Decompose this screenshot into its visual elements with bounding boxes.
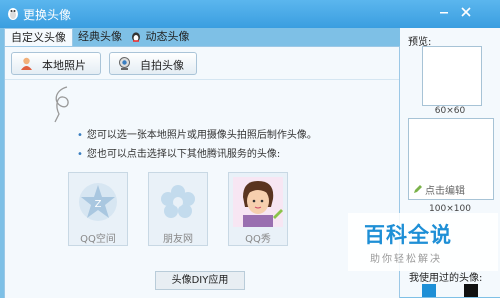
selfie-button[interactable]: 自拍头像 bbox=[109, 52, 197, 75]
minimize-button[interactable] bbox=[436, 4, 452, 20]
hint-text-1: 您可以选一张本地照片或用摄像头拍照后制作头像。 bbox=[86, 130, 317, 141]
service-label: QQ空间 bbox=[80, 234, 116, 245]
bullet-icon: • bbox=[77, 130, 83, 141]
user-photo-icon bbox=[21, 57, 32, 70]
svg-text:Z: Z bbox=[95, 199, 102, 210]
used-avatars-label: 我使用过的头像: bbox=[409, 273, 483, 284]
qq-penguin-icon bbox=[8, 8, 18, 20]
local-photo-button[interactable]: 本地照片 bbox=[11, 52, 101, 75]
swirl-decoration-icon bbox=[54, 86, 69, 123]
window-title: 更换头像 bbox=[23, 8, 72, 22]
tab-bar: 自定义头像 经典头像 动态头像 bbox=[4, 28, 398, 46]
selfie-label: 自拍头像 bbox=[140, 59, 184, 72]
close-icon bbox=[461, 7, 471, 17]
preview-60-size: 60×60 bbox=[434, 106, 466, 116]
watermark: 百科全说 助你轻松解决 bbox=[348, 213, 498, 271]
tab-animated-avatar[interactable]: 动态头像 bbox=[128, 28, 196, 46]
service-qqshow[interactable]: QQ秀 bbox=[228, 172, 288, 246]
edit-link[interactable]: 点击编辑 bbox=[425, 182, 465, 197]
preview-60-box bbox=[422, 46, 482, 106]
service-label: 朋友网 bbox=[163, 234, 193, 245]
tab-label: 自定义头像 bbox=[11, 31, 66, 44]
minimize-icon bbox=[440, 12, 448, 14]
title-bar: 更换头像 bbox=[0, 0, 500, 28]
service-qzone[interactable]: Z QQ空间 bbox=[68, 172, 128, 246]
used-avatar-thumb[interactable] bbox=[464, 284, 478, 297]
used-avatar-thumb[interactable] bbox=[422, 284, 436, 297]
toolbar: 本地照片 自拍头像 bbox=[5, 47, 399, 80]
local-photo-label: 本地照片 bbox=[42, 59, 86, 72]
hint-line-2: • 您也可以点击选择以下其他腾讯服务的头像: bbox=[77, 145, 280, 160]
watermark-sub: 助你轻松解决 bbox=[370, 254, 442, 265]
hint-text-2: 您也可以点击选择以下其他腾讯服务的头像: bbox=[86, 149, 281, 160]
service-label: QQ秀 bbox=[245, 234, 271, 245]
tab-label: 经典头像 bbox=[78, 30, 122, 43]
custom-avatar-panel: 本地照片 自拍头像 • 您可以选一张本地照片或用摄像头拍照后制作头像。 • 您也可以… bbox=[4, 46, 400, 298]
qzone-icon: Z bbox=[79, 183, 117, 221]
penguin-icon bbox=[132, 32, 140, 42]
tab-label: 动态头像 bbox=[145, 30, 190, 43]
pencil-icon bbox=[414, 185, 422, 193]
watermark-main: 百科全说 bbox=[364, 223, 452, 247]
pengyou-icon bbox=[161, 185, 195, 218]
avatar-diy-button[interactable]: 头像DIY应用 bbox=[155, 271, 245, 290]
tab-custom-avatar[interactable]: 自定义头像 bbox=[4, 28, 73, 46]
close-button[interactable] bbox=[458, 4, 474, 20]
qqshow-icon bbox=[233, 177, 283, 227]
hint-line-1: • 您可以选一张本地照片或用摄像头拍照后制作头像。 bbox=[77, 126, 317, 141]
tab-classic-avatar[interactable]: 经典头像 bbox=[72, 28, 128, 46]
webcam-icon bbox=[119, 57, 130, 70]
bullet-icon: • bbox=[77, 149, 83, 160]
service-pengyou[interactable]: 朋友网 bbox=[148, 172, 208, 246]
